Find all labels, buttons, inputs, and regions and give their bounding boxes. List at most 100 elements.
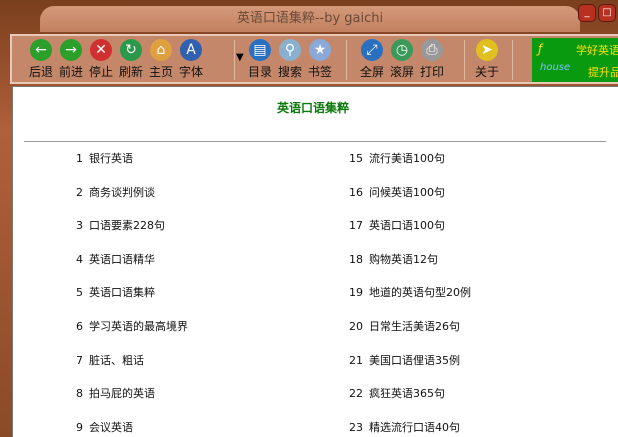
print-icon: ⎙ bbox=[421, 39, 443, 61]
home-icon: ⌂ bbox=[150, 39, 172, 61]
item-link[interactable]: 拍马屁的英语 bbox=[89, 387, 155, 400]
font-icon: A bbox=[180, 39, 202, 61]
refresh-icon: ↻ bbox=[120, 39, 142, 61]
item-link[interactable]: 商务谈判例谈 bbox=[89, 186, 155, 199]
toolbar-button-label: 搜索 bbox=[277, 65, 302, 79]
item-link[interactable]: 美国口语俚语35例 bbox=[369, 354, 460, 367]
toolbar-button-label: 后退 bbox=[28, 65, 53, 79]
toolbar-button-0[interactable]: ← 后退 bbox=[26, 38, 56, 80]
banner-ad[interactable]: ƒ house 学好英语 提升品 bbox=[532, 38, 618, 82]
banner-text: 学好英语 bbox=[576, 44, 618, 57]
item-number: 17 bbox=[349, 219, 363, 233]
list-item[interactable]: 6 学习英语的最高境界 bbox=[69, 318, 188, 334]
pointer-icon: ➤ bbox=[476, 39, 498, 61]
maximize-button[interactable]: □ bbox=[598, 4, 616, 22]
item-number: 4 bbox=[76, 252, 83, 266]
item-link[interactable]: 地道的英语句型20例 bbox=[369, 286, 471, 299]
item-link[interactable]: 口语要素228句 bbox=[89, 219, 165, 232]
item-number: 22 bbox=[349, 387, 363, 401]
list-item[interactable]: 18 购物英语12句 bbox=[339, 251, 438, 267]
banner-logo-text: house bbox=[540, 62, 571, 73]
toolbar-separator bbox=[234, 40, 235, 80]
item-number: 5 bbox=[76, 286, 83, 300]
toolbar-button-label: 停止 bbox=[88, 65, 113, 79]
page-title: 英语口语集粹 bbox=[276, 101, 349, 115]
list-item[interactable]: 2 商务谈判例谈 bbox=[69, 184, 155, 200]
toolbar-button-12[interactable]: ➤ 关于 bbox=[472, 38, 502, 80]
toolbar-button-label: 全屏 bbox=[359, 65, 384, 79]
list-item[interactable]: 22 疯狂英语365句 bbox=[339, 385, 445, 401]
item-link[interactable]: 疯狂英语365句 bbox=[369, 387, 445, 400]
item-link[interactable]: 英语口语集粹 bbox=[89, 286, 155, 299]
item-link[interactable]: 精选流行口语40句 bbox=[369, 421, 460, 434]
minimize-button[interactable]: _ bbox=[578, 4, 596, 22]
toolbar-button-10[interactable]: ◷ 滚屏 bbox=[387, 38, 417, 80]
item-number: 15 bbox=[349, 152, 363, 165]
item-number: 19 bbox=[349, 286, 363, 300]
list-item[interactable]: 15 流行美语100句 bbox=[339, 150, 445, 166]
toolbar-button-2[interactable]: ✕ 停止 bbox=[86, 38, 116, 80]
item-link[interactable]: 会议英语 bbox=[89, 421, 133, 434]
toolbar-separator bbox=[464, 40, 465, 80]
list-item[interactable]: 16 问候英语100句 bbox=[339, 184, 445, 200]
item-link[interactable]: 英语口语100句 bbox=[369, 219, 445, 232]
list-item[interactable]: 20 日常生活美语26句 bbox=[339, 318, 460, 334]
toolbar-button-6[interactable]: ▤ 目录 bbox=[245, 38, 275, 80]
scroll-clock-icon: ◷ bbox=[391, 39, 413, 61]
list-item[interactable]: 19 地道的英语句型20例 bbox=[339, 284, 471, 300]
list-item[interactable]: 9 会议英语 bbox=[69, 419, 133, 435]
title-bar: 英语口语集粹--by gaichi bbox=[40, 6, 580, 32]
toolbar-separator bbox=[512, 40, 513, 80]
item-number: 1 bbox=[76, 152, 83, 165]
toolbar-button-label: 关于 bbox=[474, 65, 499, 79]
list-item[interactable]: 21 美国口语俚语35例 bbox=[339, 352, 460, 368]
toolbar-separator bbox=[346, 40, 347, 80]
search-icon: ⚲ bbox=[279, 39, 301, 61]
toolbar-button-5[interactable]: A 字体 bbox=[176, 38, 206, 80]
list-item[interactable]: 4 英语口语精华 bbox=[69, 251, 155, 267]
toolbar-button-1[interactable]: → 前进 bbox=[56, 38, 86, 80]
toolbar-button-7[interactable]: ⚲ 搜索 bbox=[275, 38, 305, 80]
item-number: 16 bbox=[349, 185, 363, 199]
toolbar: ƒ house 学好英语 提升品 ← 后退 → 前进 ✕ 停止 ↻ 刷新 ⌂ 主页 A 字体 ▤ 目录 ⚲ 搜… bbox=[10, 34, 618, 84]
toolbar-button-label: 滚屏 bbox=[389, 65, 414, 79]
forward-arrow-icon: → bbox=[60, 39, 82, 61]
toolbar-button-4[interactable]: ⌂ 主页 bbox=[146, 38, 176, 80]
item-number: 8 bbox=[76, 387, 83, 401]
list-item[interactable]: 7 脏话、粗话 bbox=[69, 352, 144, 368]
toolbar-button-label: 书签 bbox=[307, 65, 332, 79]
item-number: 23 bbox=[349, 420, 363, 434]
banner-text: 提升品 bbox=[588, 66, 618, 79]
item-link[interactable]: 英语口语精华 bbox=[89, 253, 155, 266]
item-link[interactable]: 购物英语12句 bbox=[369, 253, 438, 266]
list-item[interactable]: 23 精选流行口语40句 bbox=[339, 419, 460, 435]
item-link[interactable]: 问候英语100句 bbox=[369, 186, 445, 199]
toolbar-button-11[interactable]: ⎙ 打印 bbox=[417, 38, 447, 80]
list-item[interactable]: 1 银行英语 bbox=[69, 150, 133, 166]
list-item[interactable]: 17 英语口语100句 bbox=[339, 217, 445, 233]
toolbar-button-9[interactable]: ⤢ 全屏 bbox=[357, 38, 387, 80]
fullscreen-icon: ⤢ bbox=[361, 39, 383, 61]
list-item[interactable]: 5 英语口语集粹 bbox=[69, 284, 155, 300]
toolbar-button-label: 打印 bbox=[419, 65, 444, 79]
toolbar-button-3[interactable]: ↻ 刷新 bbox=[116, 38, 146, 80]
item-link[interactable]: 脏话、粗话 bbox=[89, 354, 144, 367]
toolbar-button-label: 前进 bbox=[58, 65, 83, 79]
list-item[interactable]: 8 拍马屁的英语 bbox=[69, 385, 155, 401]
toolbar-button-label: 字体 bbox=[178, 65, 203, 79]
item-link[interactable]: 银行英语 bbox=[89, 152, 133, 165]
toolbar-button-label: 刷新 bbox=[118, 65, 143, 79]
item-number: 9 bbox=[76, 420, 83, 434]
item-link[interactable]: 日常生活美语26句 bbox=[369, 320, 460, 333]
toolbar-button-8[interactable]: ★ 书签 bbox=[305, 38, 335, 80]
font-dropdown-arrow-icon[interactable]: ▼ bbox=[236, 52, 244, 63]
item-number: 6 bbox=[76, 320, 83, 333]
divider bbox=[24, 141, 606, 142]
list-item[interactable]: 3 口语要素228句 bbox=[69, 217, 165, 233]
item-link[interactable]: 流行美语100句 bbox=[369, 152, 445, 165]
item-link[interactable]: 学习英语的最高境界 bbox=[89, 320, 188, 333]
toolbar-button-label: 目录 bbox=[247, 65, 272, 79]
banner-logo: ƒ bbox=[538, 42, 543, 56]
item-number: 20 bbox=[349, 320, 363, 333]
bookmark-star-icon: ★ bbox=[309, 39, 331, 61]
